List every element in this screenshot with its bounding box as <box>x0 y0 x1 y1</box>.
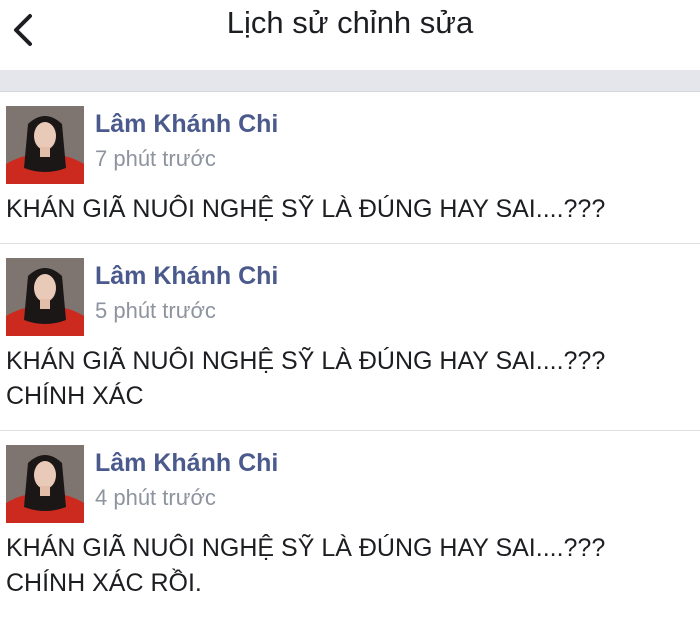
timestamp: 7 phút trước <box>95 146 216 171</box>
author-name[interactable]: Lâm Khánh Chi <box>95 110 278 139</box>
history-entry: Lâm Khánh Chi 4 phút trước KHÁN GIÃ NUÔI… <box>0 431 700 617</box>
timestamp: 5 phút trước <box>95 298 216 323</box>
avatar[interactable] <box>6 258 84 336</box>
author-name[interactable]: Lâm Khánh Chi <box>95 262 278 291</box>
page-title: Lịch sử chỉnh sửa <box>226 5 474 40</box>
timestamp: 4 phút trước <box>95 485 216 510</box>
avatar-image <box>6 445 84 523</box>
avatar-image <box>6 106 84 184</box>
post-text: KHÁN GIÃ NUÔI NGHỆ SỸ LÀ ĐÚNG HAY SAI...… <box>6 195 606 223</box>
post-text: KHÁN GIÃ NUÔI NGHỆ SỸ LÀ ĐÚNG HAY SAI...… <box>6 534 606 597</box>
avatar[interactable] <box>6 445 84 523</box>
avatar-image <box>6 258 84 336</box>
header-bar: Lịch sử chỉnh sửa <box>0 0 700 70</box>
section-divider <box>0 70 700 92</box>
history-entry: Lâm Khánh Chi 7 phút trước KHÁN GIÃ NUÔI… <box>0 92 700 244</box>
history-entry: Lâm Khánh Chi 5 phút trước KHÁN GIÃ NUÔI… <box>0 244 700 431</box>
avatar[interactable] <box>6 106 84 184</box>
edit-history-list: Lâm Khánh Chi 7 phút trước KHÁN GIÃ NUÔI… <box>0 92 700 617</box>
author-name[interactable]: Lâm Khánh Chi <box>95 449 278 478</box>
post-text: KHÁN GIÃ NUÔI NGHỆ SỸ LÀ ĐÚNG HAY SAI...… <box>6 347 606 410</box>
